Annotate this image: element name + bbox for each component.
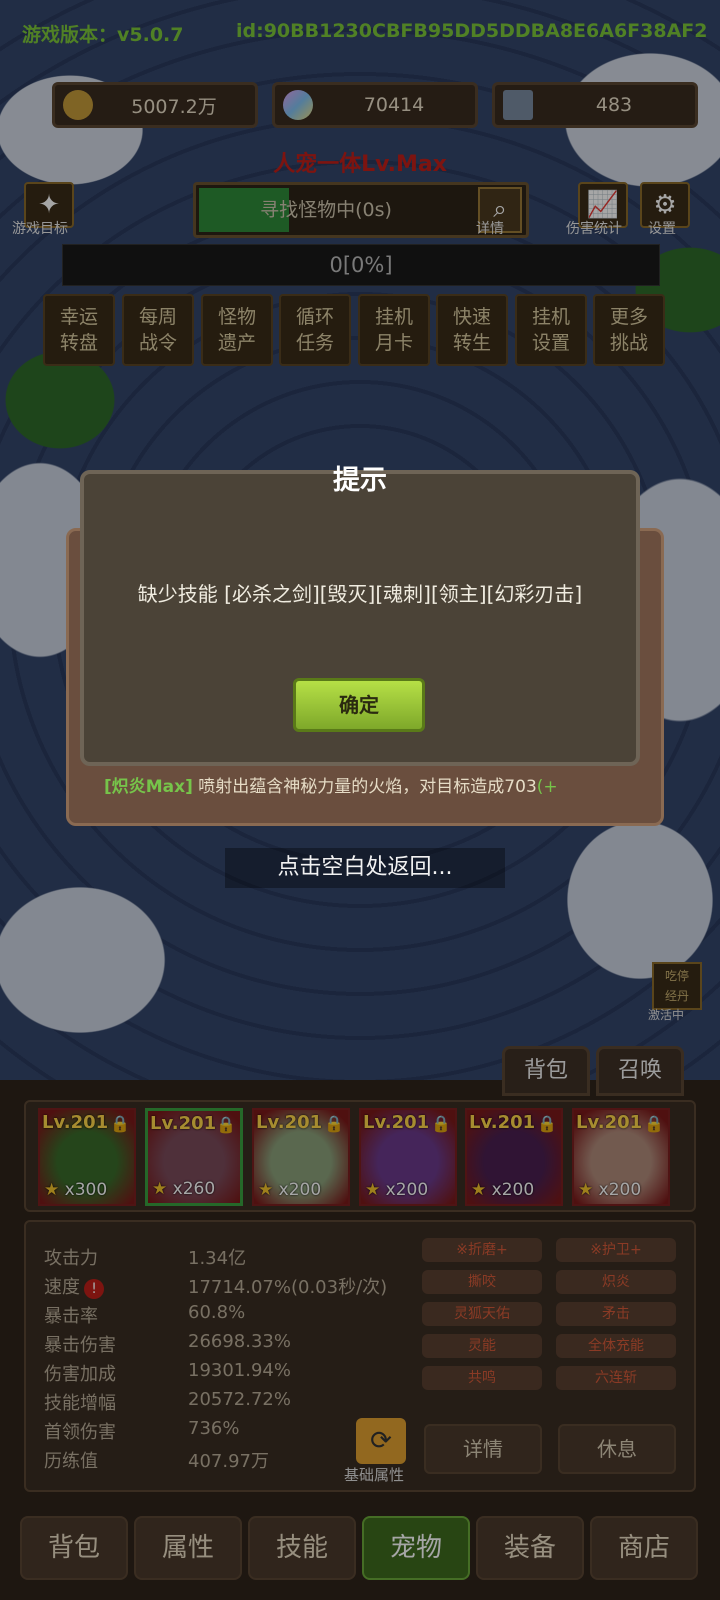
dialog-title: 提示: [333, 465, 387, 496]
skill-desc-suffix: (+: [536, 777, 558, 797]
dialog-message: 缺少技能 [必杀之剑][毁灭][魂刺][领主][幻彩刃击]: [137, 582, 583, 606]
return-hint[interactable]: 点击空白处返回...: [225, 848, 505, 888]
skill-desc-text: 喷射出蕴含神秘力量的火焰，对目标造成703: [192, 777, 537, 797]
skill-tag: [炽炎Max]: [104, 777, 193, 797]
confirm-button[interactable]: 确定: [293, 678, 425, 732]
skill-description: [炽炎Max] 喷射出蕴含神秘力量的火焰，对目标造成703(+: [104, 772, 558, 797]
